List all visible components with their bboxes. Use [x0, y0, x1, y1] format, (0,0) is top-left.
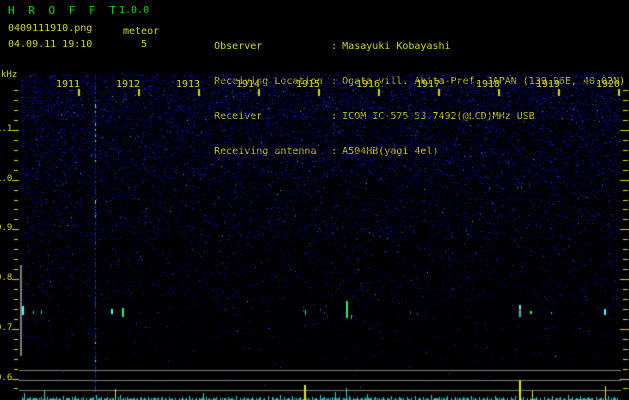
info-value: Masayuki Kobayashi	[337, 41, 450, 52]
info-row-observer: Observer:Masayuki Kobayashi	[178, 27, 625, 40]
time-tick-label: 1913	[176, 79, 200, 91]
freq-tick-label: 0.8	[0, 274, 12, 283]
time-tick-label: 1920	[596, 79, 620, 91]
time-tick-label: 1912	[116, 79, 140, 91]
echo-count: 5	[141, 39, 147, 50]
mode-label: meteor	[123, 26, 159, 37]
spectrogram-canvas	[0, 70, 629, 400]
freq-tick-label: 1.0	[0, 175, 12, 184]
info-label: Observer	[214, 40, 331, 53]
app-version: 1.0.0	[119, 5, 149, 16]
freq-tick-label: 1.1	[0, 125, 12, 134]
frame-datetime: 04.09.11 19:10	[8, 39, 92, 50]
app-title: H R O F F T	[8, 4, 119, 17]
time-tick-label: 1915	[296, 79, 320, 91]
output-filename: 0409111910.png	[8, 23, 92, 34]
time-tick-label: 1916	[356, 79, 380, 91]
time-tick-label: 1918	[476, 79, 500, 91]
freq-tick-label: 0.6	[0, 374, 12, 383]
freq-tick-label: 0.9	[0, 224, 12, 233]
time-tick-label: 1919	[536, 79, 560, 91]
time-tick-label: 1914	[236, 79, 260, 91]
time-tick-label: 1917	[416, 79, 440, 91]
hrofft-screen: H R O F F T 1.0.0 0409111910.png meteor …	[0, 0, 629, 400]
time-tick-label: 1911	[56, 79, 80, 91]
freq-axis-unit-label: kHz	[1, 70, 17, 80]
freq-tick-label: 0.7	[0, 324, 12, 333]
